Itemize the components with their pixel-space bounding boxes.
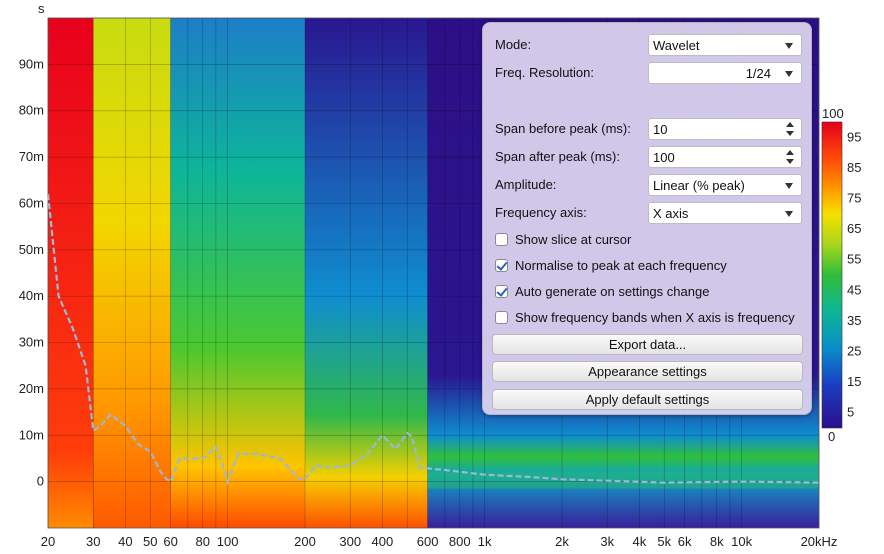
color-scale-label: 95 <box>847 129 861 144</box>
x-tick-label: 10k <box>731 534 752 549</box>
show-slice-label: Show slice at cursor <box>515 232 632 247</box>
color-scale-label: 55 <box>847 252 861 267</box>
x-tick-label: 80 <box>195 534 209 549</box>
color-scale-bar <box>821 121 843 429</box>
color-scale: 100 0 95 85 75 65 55 45 35 25 15 5 <box>821 106 861 444</box>
color-scale-label: 5 <box>847 405 854 420</box>
amplitude-value: Linear (% peak) <box>653 178 745 193</box>
frequency-axis-select[interactable]: X axis <box>648 202 802 224</box>
freq-resolution-select[interactable]: 1/24 <box>648 62 802 84</box>
y-tick-label: 90m <box>19 56 44 71</box>
settings-panel: Mode: Wavelet Freq. Resolution: 1/24 Spa… <box>482 22 812 415</box>
amplitude-select[interactable]: Linear (% peak) <box>648 174 802 196</box>
color-scale-label: 65 <box>847 221 861 236</box>
frequency-axis-value: X axis <box>653 206 689 221</box>
x-tick-label: 400 <box>372 534 394 549</box>
mode-label: Mode: <box>495 37 532 52</box>
x-tick-label: 100 <box>217 534 239 549</box>
x-tick-label: 5k <box>657 534 671 549</box>
y-tick-label: 70m <box>19 149 44 164</box>
x-tick-label: 200 <box>294 534 316 549</box>
auto-generate-checkbox[interactable] <box>495 285 508 298</box>
y-tick-label: 10m <box>19 427 44 442</box>
y-unit-label: s <box>38 1 45 16</box>
y-tick-label: 20m <box>19 381 44 396</box>
x-axis-ticks: 20 30 40 50 60 80 100 200 300 400 600 800 1k 2k 3k 4k 5k… <box>41 534 838 549</box>
chevron-down-icon <box>785 71 793 77</box>
x-tick-label: 40 <box>118 534 132 549</box>
chevron-down-icon <box>785 43 793 49</box>
y-axis-ticks: 90m 80m 70m 60m 50m 40m 30m 20m 10m 0 <box>19 56 44 488</box>
color-scale-bottom-label: 0 <box>828 429 835 444</box>
color-scale-label: 75 <box>847 191 861 206</box>
freq-resolution-label: Freq. Resolution: <box>495 65 594 80</box>
freq-resolution-value: 1/24 <box>745 66 771 81</box>
x-tick-label: 1k <box>478 534 492 549</box>
y-tick-label: 50m <box>19 242 44 257</box>
chevron-down-icon <box>785 211 793 217</box>
x-tick-label: 2k <box>555 534 569 549</box>
y-tick-label: 40m <box>19 288 44 303</box>
color-scale-labels: 95 85 75 65 55 45 35 25 15 5 <box>847 129 861 419</box>
x-tick-label: 600 <box>417 534 439 549</box>
x-tick-label: 300 <box>339 534 361 549</box>
span-before-label: Span before peak (ms): <box>495 121 631 136</box>
heatmap-zone <box>93 18 171 528</box>
normalise-label: Normalise to peak at each frequency <box>515 258 727 273</box>
stepper-arrows-icon[interactable] <box>785 149 795 165</box>
color-scale-top-label: 100 <box>822 106 844 121</box>
x-tick-label: 800 <box>449 534 471 549</box>
color-scale-label: 35 <box>847 313 861 328</box>
y-tick-label: 60m <box>19 195 44 210</box>
normalise-checkbox[interactable] <box>495 259 508 272</box>
y-tick-label: 80m <box>19 103 44 118</box>
heatmap-zone <box>170 18 305 528</box>
x-tick-label: 50 <box>143 534 157 549</box>
chevron-down-icon <box>785 183 793 189</box>
stepper-arrows-icon[interactable] <box>785 121 795 137</box>
appearance-settings-button[interactable]: Appearance settings <box>492 361 803 382</box>
x-tick-label: 20 <box>41 534 55 549</box>
color-scale-label: 85 <box>847 160 861 175</box>
color-scale-label: 25 <box>847 344 861 359</box>
x-tick-label: 6k <box>678 534 692 549</box>
span-before-stepper[interactable]: 10 <box>648 118 802 140</box>
color-scale-label: 15 <box>847 374 861 389</box>
x-tick-label: 4k <box>632 534 646 549</box>
heatmap-onset-band <box>427 472 819 489</box>
color-scale-label: 45 <box>847 282 861 297</box>
heatmap-zone <box>48 18 94 528</box>
show-slice-checkbox[interactable] <box>495 233 508 246</box>
span-after-stepper[interactable]: 100 <box>648 146 802 168</box>
x-tick-label: 20kHz <box>801 534 838 549</box>
auto-generate-label: Auto generate on settings change <box>515 284 710 299</box>
heatmap-zone <box>305 18 428 528</box>
show-bands-label: Show frequency bands when X axis is freq… <box>515 310 795 325</box>
span-after-value: 100 <box>653 150 675 165</box>
span-after-label: Span after peak (ms): <box>495 149 620 164</box>
mode-select[interactable]: Wavelet <box>648 34 802 56</box>
x-tick-label: 3k <box>600 534 614 549</box>
y-tick-label: 30m <box>19 335 44 350</box>
y-tick-label: 0 <box>37 474 44 489</box>
x-tick-label: 8k <box>710 534 724 549</box>
span-before-value: 10 <box>653 122 668 137</box>
x-tick-label: 30 <box>86 534 100 549</box>
amplitude-label: Amplitude: <box>495 177 557 192</box>
export-data-button[interactable]: Export data... <box>492 334 803 355</box>
frequency-axis-label: Frequency axis: <box>495 205 587 220</box>
mode-value: Wavelet <box>653 38 700 53</box>
apply-defaults-button[interactable]: Apply default settings <box>492 389 803 410</box>
show-bands-checkbox[interactable] <box>495 311 508 324</box>
x-tick-label: 60 <box>163 534 177 549</box>
